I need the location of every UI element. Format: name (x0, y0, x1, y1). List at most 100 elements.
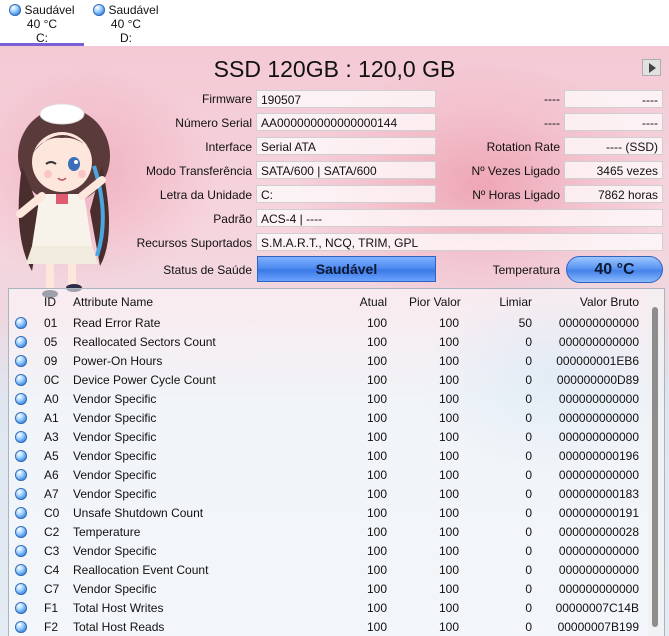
disk-letter: C: (36, 31, 48, 45)
right-value-1: ---- (564, 90, 663, 108)
health-status-button[interactable]: Saudável (257, 256, 436, 282)
table-row[interactable]: 0C Device Power Cycle Count 100 100 0 0000000… (9, 371, 649, 390)
good-status-orb-icon (15, 583, 27, 595)
cell-raw: 000000000000 (558, 392, 639, 406)
cell-worst: 100 (438, 544, 459, 558)
cell-name: Vendor Specific (73, 430, 157, 444)
column-header-id[interactable]: ID (44, 295, 56, 309)
cell-name: Vendor Specific (73, 544, 157, 558)
table-row[interactable]: A6 Vendor Specific 100 100 0 000000000000 (9, 466, 649, 485)
table-row[interactable]: C2 Temperature 100 100 0 000000000028 (9, 523, 649, 542)
cell-raw: 000000000000 (558, 582, 639, 596)
cell-id: A7 (44, 487, 59, 501)
disk-tab-c[interactable]: Saudável 40 °C C: (0, 0, 84, 46)
cell-worst: 100 (438, 449, 459, 463)
column-header-raw[interactable]: Valor Bruto (549, 295, 639, 309)
table-row[interactable]: A0 Vendor Specific 100 100 0 000000000000 (9, 390, 649, 409)
standard-value: ACS-4 | ---- (256, 209, 663, 227)
table-row[interactable]: F1 Total Host Writes 100 100 0 00000007C14B (9, 599, 649, 618)
cell-id: A3 (44, 430, 59, 444)
cell-threshold: 50 (518, 316, 532, 330)
cell-current: 100 (366, 506, 387, 520)
cell-current: 100 (366, 449, 387, 463)
cell-id: C0 (44, 506, 60, 520)
good-status-orb-icon (9, 4, 22, 16)
cell-raw: 000000000000 (558, 335, 639, 349)
cell-name: Vendor Specific (73, 392, 157, 406)
cell-id: A1 (44, 411, 59, 425)
cell-threshold: 0 (525, 430, 532, 444)
cell-worst: 100 (438, 411, 459, 425)
cell-raw: 000000000D89 (556, 373, 639, 387)
cell-worst: 100 (438, 563, 459, 577)
table-row[interactable]: C0 Unsafe Shutdown Count 100 100 0 0000000001… (9, 504, 649, 523)
table-row[interactable]: 09 Power-On Hours 100 100 0 000000001EB6 (9, 352, 649, 371)
cell-raw: 000000000000 (558, 563, 639, 577)
cell-threshold: 0 (525, 620, 532, 634)
cell-name: Reallocation Event Count (73, 563, 209, 577)
table-row[interactable]: A1 Vendor Specific 100 100 0 000000000000 (9, 409, 649, 428)
table-row[interactable]: F2 Total Host Reads 100 100 0 00000007B199 (9, 618, 649, 636)
good-status-orb-icon (15, 374, 27, 386)
disk-tab-bar: Saudável 40 °C C: Saudável 40 °C D: (0, 0, 669, 46)
cell-current: 100 (366, 525, 387, 539)
table-row[interactable]: C4 Reallocation Event Count 100 100 0 0000000… (9, 561, 649, 580)
main-panel: SSD 120GB : 120,0 GB Firmware 190507 Núm… (0, 46, 669, 636)
interface-value: Serial ATA (256, 137, 436, 155)
cell-current: 100 (366, 601, 387, 615)
cell-worst: 100 (438, 430, 459, 444)
good-status-orb-icon (15, 450, 27, 462)
interface-label: Interface (205, 140, 252, 154)
column-header-threshold[interactable]: Limiar (489, 295, 532, 309)
vertical-scrollbar[interactable] (648, 289, 664, 636)
cell-id: 0C (44, 373, 60, 387)
cell-raw: 000000000000 (558, 544, 639, 558)
table-row[interactable]: C7 Vendor Specific 100 100 0 000000000000 (9, 580, 649, 599)
cell-current: 100 (366, 468, 387, 482)
table-row[interactable]: A7 Vendor Specific 100 100 0 000000000183 (9, 485, 649, 504)
table-header: ID Attribute Name Atual Pior Valor Limia… (9, 289, 649, 309)
good-status-orb-icon (93, 4, 106, 16)
serial-label: Número Serial (175, 116, 252, 130)
scrollbar-thumb[interactable] (652, 307, 658, 627)
disk-tab-d[interactable]: Saudável 40 °C D: (84, 0, 168, 46)
power-on-count-value: 3465 vezes (564, 161, 663, 179)
cell-current: 100 (366, 335, 387, 349)
cell-threshold: 0 (525, 392, 532, 406)
table-row[interactable]: 05 Reallocated Sectors Count 100 100 0 000000… (9, 333, 649, 352)
table-row[interactable]: A5 Vendor Specific 100 100 0 000000000196 (9, 447, 649, 466)
column-header-attribute[interactable]: Attribute Name (73, 295, 153, 309)
health-label: Status de Saúde (163, 263, 252, 277)
power-on-hours-label: Nº Horas Ligado (472, 188, 560, 202)
cell-threshold: 0 (525, 525, 532, 539)
good-status-orb-icon (15, 355, 27, 367)
table-row[interactable]: A3 Vendor Specific 100 100 0 000000000000 (9, 428, 649, 447)
cell-threshold: 0 (525, 373, 532, 387)
column-header-current[interactable]: Atual (339, 295, 387, 309)
good-status-orb-icon (15, 507, 27, 519)
column-header-worst[interactable]: Pior Valor (409, 295, 461, 309)
cell-raw: 000000000196 (558, 449, 639, 463)
firmware-value: 190507 (256, 90, 436, 108)
table-row[interactable]: C3 Vendor Specific 100 100 0 000000000000 (9, 542, 649, 561)
cell-name: Device Power Cycle Count (73, 373, 216, 387)
play-arrow-icon[interactable] (642, 59, 661, 76)
cell-worst: 100 (438, 373, 459, 387)
table-row[interactable]: 01 Read Error Rate 100 100 50 000000000000 (9, 314, 649, 333)
cell-threshold: 0 (525, 468, 532, 482)
good-status-orb-icon (15, 526, 27, 538)
drive-title: SSD 120GB : 120,0 GB (213, 56, 456, 82)
rotation-rate-value: ---- (SSD) (564, 137, 663, 155)
cell-threshold: 0 (525, 506, 532, 520)
cell-id: A6 (44, 468, 59, 482)
standard-label: Padrão (213, 212, 252, 226)
temperature-button[interactable]: 40 °C (566, 256, 663, 283)
disk-temp: 40 °C (26, 17, 58, 31)
cell-worst: 100 (438, 601, 459, 615)
cell-name: Total Host Reads (73, 620, 165, 634)
cell-worst: 100 (438, 392, 459, 406)
drive-letter-label: Letra da Unidade (159, 188, 252, 202)
smart-attribute-table[interactable]: ID Attribute Name Atual Pior Valor Limia… (8, 288, 665, 636)
cell-name: Temperature (73, 525, 141, 539)
drive-letter-value: C: (256, 185, 436, 203)
